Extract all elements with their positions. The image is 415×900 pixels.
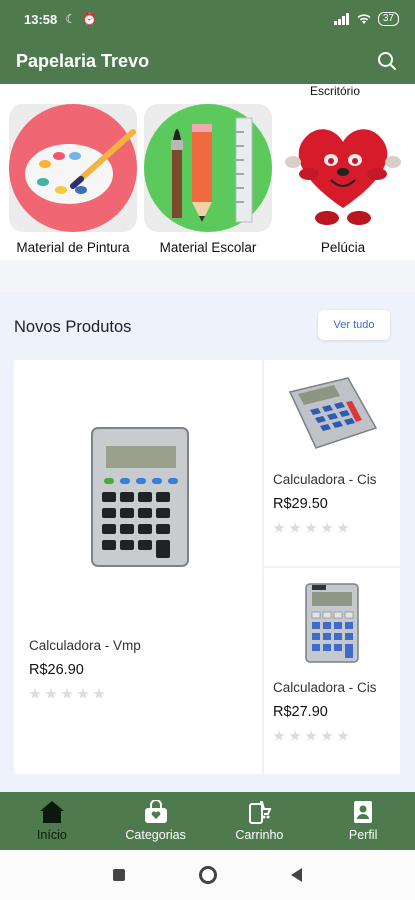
rating-stars (273, 522, 383, 534)
product-price: R$29.50 (273, 496, 328, 512)
search-button[interactable] (375, 49, 399, 73)
rating-stars (29, 688, 141, 700)
section-title: Novos Produtos (14, 318, 132, 336)
plush-heart-icon (285, 129, 401, 225)
battery-indicator: 37 (377, 12, 399, 26)
product-price: R$27.90 (273, 704, 328, 720)
category-material-escolar[interactable]: Material Escolar (144, 104, 272, 255)
star-icon (321, 522, 333, 533)
star-icon (61, 688, 73, 699)
product-card[interactable]: Calculadora - Cis R$29.50 (264, 360, 400, 566)
calculator-image (91, 427, 189, 567)
moon-icon: ☾ (65, 12, 77, 26)
category-label: Pelúcia (320, 240, 366, 255)
recents-button[interactable] (113, 869, 125, 881)
nav-inicio[interactable]: Início (0, 792, 104, 850)
star-icon (337, 730, 349, 741)
star-icon (77, 688, 89, 699)
app-title: Papelaria Trevo (16, 50, 150, 71)
star-icon (273, 730, 285, 741)
system-navigation-bar (0, 850, 415, 900)
bag-icon (144, 800, 167, 823)
star-icon (29, 688, 41, 699)
product-card[interactable]: Calculadora - Cis R$27.90 (264, 568, 400, 774)
star-icon (289, 522, 301, 533)
categories-carousel[interactable]: Escritório Material de Pintura Material … (0, 84, 415, 260)
category-label: Material Escolar (159, 240, 257, 255)
star-icon (289, 730, 301, 741)
calculator-image (288, 377, 378, 449)
star-icon (93, 688, 105, 699)
profile-icon (354, 801, 373, 823)
school-supplies-icon (144, 104, 272, 232)
category-pelucia[interactable]: Pelúcia (279, 104, 407, 255)
product-price: R$26.90 (29, 662, 84, 678)
nav-perfil[interactable]: Perfil (311, 792, 415, 850)
product-name: Calculadora - Cis (273, 680, 377, 695)
cart-icon (249, 801, 272, 824)
status-time: 13:58 (24, 11, 58, 27)
signal-icon (333, 13, 349, 25)
paint-palette-icon (9, 104, 137, 232)
status-bar: 13:58 ☾ ⏰ 37 (0, 0, 415, 38)
app-bar: Papelaria Trevo (0, 38, 415, 84)
new-products-section: Novos Produtos Ver tudo Calculadora - Vm… (0, 292, 415, 792)
product-name: Calculadora - Cis (273, 472, 377, 487)
nav-label: Perfil (348, 828, 378, 842)
nav-label: Categorias (125, 828, 186, 842)
wifi-icon (357, 14, 371, 24)
nav-label: Carrinho (235, 828, 284, 842)
category-material-pintura[interactable]: Material de Pintura (9, 104, 137, 255)
star-icon (273, 522, 285, 533)
nav-carrinho[interactable]: Carrinho (208, 792, 312, 850)
star-icon (321, 730, 333, 741)
product-card[interactable]: Calculadora - Vmp R$26.90 (14, 360, 262, 774)
alarm-icon: ⏰ (82, 12, 97, 26)
star-icon (45, 688, 57, 699)
star-icon (305, 730, 317, 741)
nav-categorias[interactable]: Categorias (104, 792, 208, 850)
see-all-button[interactable]: Ver tudo (318, 310, 390, 340)
bottom-navigation: Início Categorias Carrinho Perfil (0, 792, 415, 850)
back-button[interactable] (291, 868, 302, 882)
screen: 13:58 ☾ ⏰ 37 Papelaria Trevo Escritório (0, 0, 415, 900)
product-name: Calculadora - Vmp (29, 638, 141, 653)
home-button[interactable] (199, 866, 217, 884)
star-icon (305, 522, 317, 533)
star-icon (337, 522, 349, 533)
home-icon (39, 801, 64, 823)
nav-label: Início (36, 828, 67, 842)
rating-stars (273, 730, 383, 742)
calculator-image (305, 583, 359, 663)
category-peek-label: Escritório (310, 84, 361, 98)
search-icon (378, 52, 396, 70)
category-label: Material de Pintura (16, 240, 130, 255)
